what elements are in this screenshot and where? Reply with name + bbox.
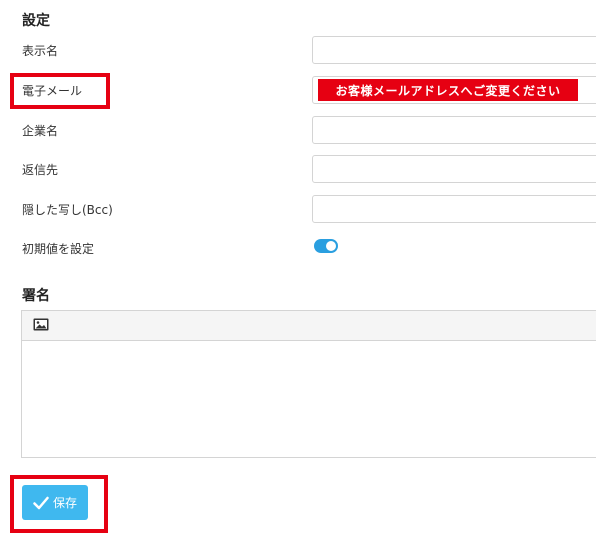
save-button[interactable]: 保存 [22, 485, 88, 520]
save-button-label: 保存 [52, 496, 77, 510]
signature-title: 署名 [22, 288, 50, 304]
bcc-label: 隠した写し(Bcc) [22, 203, 113, 217]
default-toggle[interactable] [314, 239, 338, 253]
company-name-label: 企業名 [22, 124, 59, 138]
check-icon [33, 496, 49, 509]
editor-toolbar [22, 311, 596, 341]
email-label-highlight [10, 73, 110, 109]
display-name-label: 表示名 [22, 44, 59, 58]
signature-content-area[interactable] [22, 341, 596, 458]
image-icon[interactable] [33, 318, 49, 331]
display-name-input[interactable] [312, 36, 596, 64]
reply-to-input[interactable] [312, 155, 596, 183]
bcc-input[interactable] [312, 195, 596, 223]
settings-title: 設定 [22, 13, 50, 29]
signature-editor [21, 310, 596, 458]
reply-to-label: 返信先 [22, 163, 59, 177]
default-toggle-label: 初期値を設定 [22, 242, 95, 256]
toggle-knob [326, 241, 336, 251]
email-notice: お客様メールアドレスへご変更ください [318, 79, 578, 101]
company-name-input[interactable] [312, 116, 596, 144]
